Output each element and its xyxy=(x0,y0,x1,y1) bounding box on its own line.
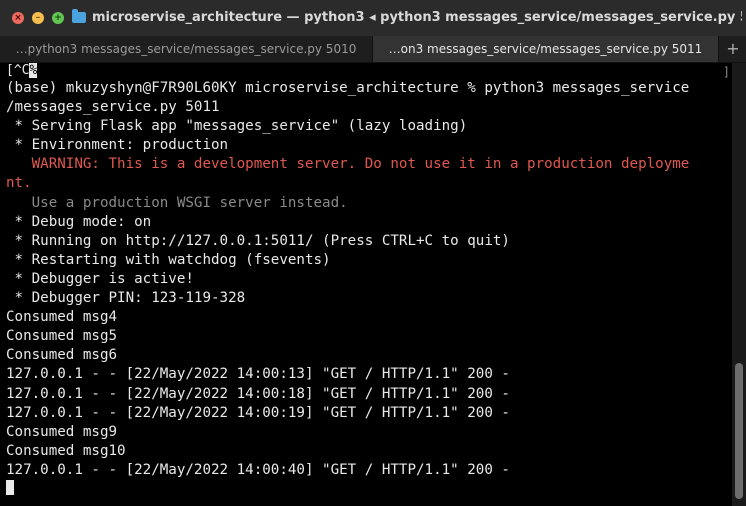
terminal-line: 127.0.0.1 - - [22/May/2022 14:00:19] "GE… xyxy=(6,404,510,421)
terminal-marker: ] xyxy=(722,65,730,79)
tab-bar: …python3 messages_service/messages_servi… xyxy=(0,36,746,63)
title-bar[interactable]: × – + microservise_architecture — python… xyxy=(0,0,746,37)
maximize-button[interactable]: + xyxy=(52,12,64,24)
terminal-line: * Serving Flask app "messages_service" (… xyxy=(6,118,468,135)
terminal-line: Consumed msg4 xyxy=(6,309,118,326)
terminal-line: Consumed msg9 xyxy=(6,423,118,440)
terminal-line: 127.0.0.1 - - [22/May/2022 14:00:18] "GE… xyxy=(6,385,510,402)
terminal-line: 127.0.0.1 - - [22/May/2022 14:00:13] "GE… xyxy=(6,366,510,383)
maximize-icon: + xyxy=(54,13,62,23)
terminal-warning-line: nt. xyxy=(6,175,32,192)
tab-messages-service-5010[interactable]: …python3 messages_service/messages_servi… xyxy=(0,36,373,62)
terminal-line: * Restarting with watchdog (fsevents) xyxy=(6,251,331,268)
terminal-line: (base) mkuzyshyn@F7R90L60KY microservise… xyxy=(6,80,690,96)
terminal-first-line: [^C% xyxy=(0,63,730,79)
plus-icon: + xyxy=(726,39,740,58)
terminal-line: Consumed msg5 xyxy=(6,328,118,345)
window-title: microservise_architecture — python3 ◂ py… xyxy=(92,10,742,25)
minimize-button[interactable]: – xyxy=(32,12,44,24)
terminal-line: 127.0.0.1 - - [22/May/2022 14:00:40] "GE… xyxy=(6,461,510,478)
terminal-line: * Debugger PIN: 123-119-328 xyxy=(6,290,246,307)
minimize-icon: – xyxy=(35,13,41,23)
close-icon: × xyxy=(14,13,22,23)
terminal-line: * Environment: production xyxy=(6,137,229,154)
terminal-inverted-text: % xyxy=(29,63,38,78)
scrollbar-thumb[interactable] xyxy=(735,363,743,499)
vertical-scrollbar[interactable] xyxy=(732,63,746,506)
close-button[interactable]: × xyxy=(12,12,24,24)
terminal-warning-line: WARNING: This is a development server. D… xyxy=(6,156,690,173)
terminal-line: * Debug mode: on xyxy=(6,213,152,230)
terminal-text: [^C xyxy=(6,63,30,78)
terminal-line: Consumed msg10 xyxy=(6,442,126,459)
terminal-line: * Debugger is active! xyxy=(6,270,194,287)
text-cursor xyxy=(6,479,14,495)
folder-icon xyxy=(72,9,86,23)
terminal-line: Consumed msg6 xyxy=(6,347,118,364)
tab-messages-service-5011[interactable]: …on3 messages_service/messages_service.p… xyxy=(373,36,719,62)
terminal-line: /messages_service.py 5011 xyxy=(6,99,220,116)
terminal-muted-line: Use a production WSGI server instead. xyxy=(6,194,348,211)
terminal-line: * Running on http://127.0.0.1:5011/ (Pre… xyxy=(6,232,510,249)
terminal-window: × – + microservise_architecture — python… xyxy=(0,0,746,506)
terminal-cursor-line xyxy=(0,479,730,499)
terminal-output[interactable]: [^C% (base) mkuzyshyn@F7R90L60KY microse… xyxy=(0,63,730,506)
new-tab-button[interactable]: + xyxy=(720,36,746,62)
